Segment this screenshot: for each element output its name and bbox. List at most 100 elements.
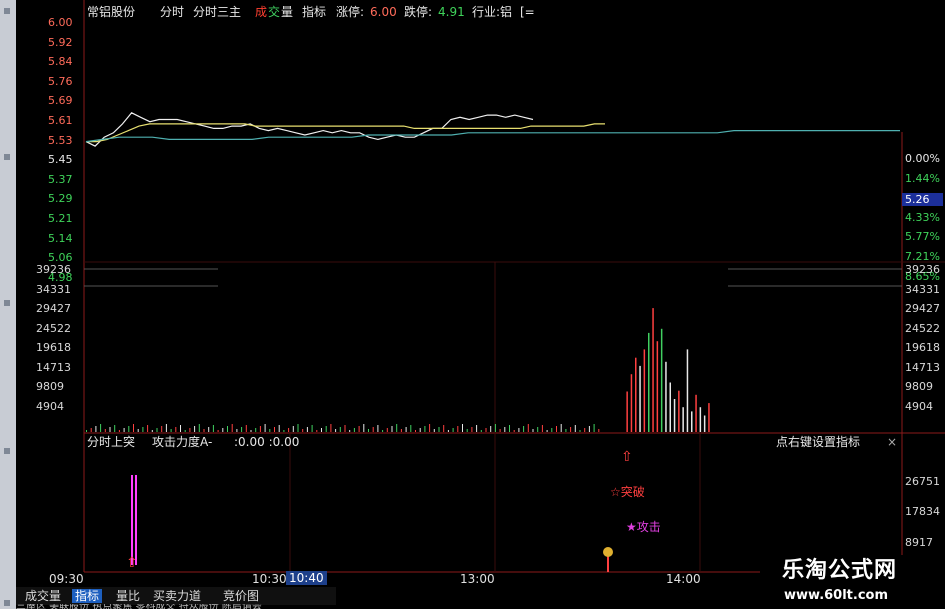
tab-fenshi-sanzhu[interactable]: 分时三主 <box>193 5 241 19</box>
industry-label: 行业:铝 <box>472 5 513 19</box>
bottom-tab[interactable]: 买卖力道 <box>150 589 204 603</box>
volume-bar <box>189 428 191 432</box>
volume-bar <box>648 332 650 432</box>
volume-bar <box>593 424 595 432</box>
volume-bar <box>184 430 186 432</box>
volume-bar <box>584 428 586 432</box>
tab-zhibiao[interactable]: 指标 <box>302 5 326 19</box>
price-axis-tick: 5.92 <box>48 35 73 49</box>
volume-axis-tick: 39236 <box>905 263 940 276</box>
volume-bar <box>598 429 600 432</box>
volume-bar <box>227 426 228 432</box>
bottom-tab[interactable]: 成交量 <box>22 589 64 603</box>
volume-bar <box>452 428 454 432</box>
indicator-axis-tick: 8917 <box>905 536 933 549</box>
volume-bar <box>630 374 633 432</box>
indicator-params: 攻击力度A- <box>152 435 213 449</box>
volume-bar <box>208 427 210 432</box>
volume-bar <box>560 424 562 432</box>
volume-bar <box>673 399 676 432</box>
volume-bar <box>499 429 501 432</box>
volume-bar <box>137 429 139 432</box>
bottom-tab[interactable]: 量比 <box>113 589 143 603</box>
time-label: 09:30 <box>49 572 84 586</box>
vol-label-liang[interactable]: 量 <box>281 5 293 19</box>
price-axis-tick: 5.53 <box>48 133 73 147</box>
volume-bar <box>311 425 313 432</box>
pct-axis-tick: 4.33% <box>905 210 940 224</box>
industry-extra: [= <box>520 5 535 19</box>
volume-bar <box>691 411 693 432</box>
chart-canvas[interactable] <box>0 0 945 609</box>
volume-bar <box>217 430 219 432</box>
price-axis-tick: 5.29 <box>48 192 73 206</box>
pct-axis-tick: 7.21% <box>905 250 940 263</box>
volume-bar <box>269 429 271 432</box>
volume-axis-tick: 24522 <box>36 321 71 335</box>
volume-bar <box>180 425 181 432</box>
volume-bar <box>588 426 590 432</box>
volume-bar <box>161 426 163 432</box>
volume-axis-tick: 4904 <box>36 399 64 413</box>
volume-bar <box>147 425 149 432</box>
time-label: 13:00 <box>460 572 495 586</box>
volume-bar <box>339 427 341 432</box>
price-axis-tick: 5.21 <box>48 212 73 225</box>
close-icon[interactable]: × <box>887 435 897 449</box>
volume-bar <box>128 426 130 432</box>
volume-bar <box>518 428 520 432</box>
volume-axis-tick: 14713 <box>905 360 940 374</box>
volume-bar <box>476 425 478 432</box>
volume-bar <box>90 428 92 432</box>
volume-bar <box>509 425 510 432</box>
volume-bars <box>86 308 710 432</box>
volume-bar <box>104 429 106 432</box>
volume-bar <box>203 429 205 432</box>
volume-bar <box>264 424 266 432</box>
vol-label-jiao[interactable]: 交 <box>268 5 280 19</box>
time-label: 10:30 <box>252 572 287 586</box>
volume-bar <box>100 424 102 432</box>
volume-bar <box>523 426 525 432</box>
volume-bar <box>353 428 355 432</box>
tab-fenshi[interactable]: 分时 <box>160 5 184 19</box>
volume-bar <box>699 407 702 432</box>
volume-bar <box>274 427 275 432</box>
volume-bar <box>471 427 473 432</box>
indicator-axis-tick: 17834 <box>905 505 940 518</box>
attack-signal: ★攻击 <box>626 520 661 534</box>
volume-bar <box>386 428 388 432</box>
stock-name: 常铝股份 <box>87 5 136 19</box>
price-axis-tick: 5.14 <box>48 231 73 245</box>
volume-bar <box>565 429 567 432</box>
bottom-tab[interactable]: 指标 <box>72 589 103 603</box>
volume-bar <box>330 424 332 432</box>
volume-bar <box>396 424 398 432</box>
volume-bar <box>480 430 482 432</box>
volume-bar <box>541 425 543 432</box>
indicator-title: 分时上突 <box>87 435 136 449</box>
volume-bar <box>678 390 680 432</box>
volume-bar <box>579 430 581 432</box>
limit-down-label: 跌停: <box>404 5 433 19</box>
bottom-tab[interactable]: 竞价图 <box>220 589 262 603</box>
volume-bar <box>635 357 637 432</box>
volume-bar <box>321 428 322 432</box>
indicator-settings-hint[interactable]: 点右键设置指标 <box>776 435 860 449</box>
volume-axis-tick: 29427 <box>36 302 71 315</box>
volume-bar <box>114 425 116 432</box>
volume-axis-tick: 19618 <box>36 341 71 354</box>
pct-axis-tick: 1.44% <box>905 171 940 185</box>
volume-bar <box>222 428 224 432</box>
vol-label-cheng[interactable]: 成 <box>255 5 267 19</box>
volume-bar <box>656 341 659 432</box>
price-series-line <box>85 130 900 143</box>
volume-bar <box>485 428 487 432</box>
volume-bar <box>410 425 412 432</box>
limit-down-value: 4.91 <box>438 5 465 19</box>
volume-bar <box>194 426 196 432</box>
volume-bar <box>212 425 214 432</box>
current-price-box: 5.26 <box>902 193 943 206</box>
indicator-axis-tick: 26751 <box>905 475 940 488</box>
volume-bar <box>433 429 435 432</box>
